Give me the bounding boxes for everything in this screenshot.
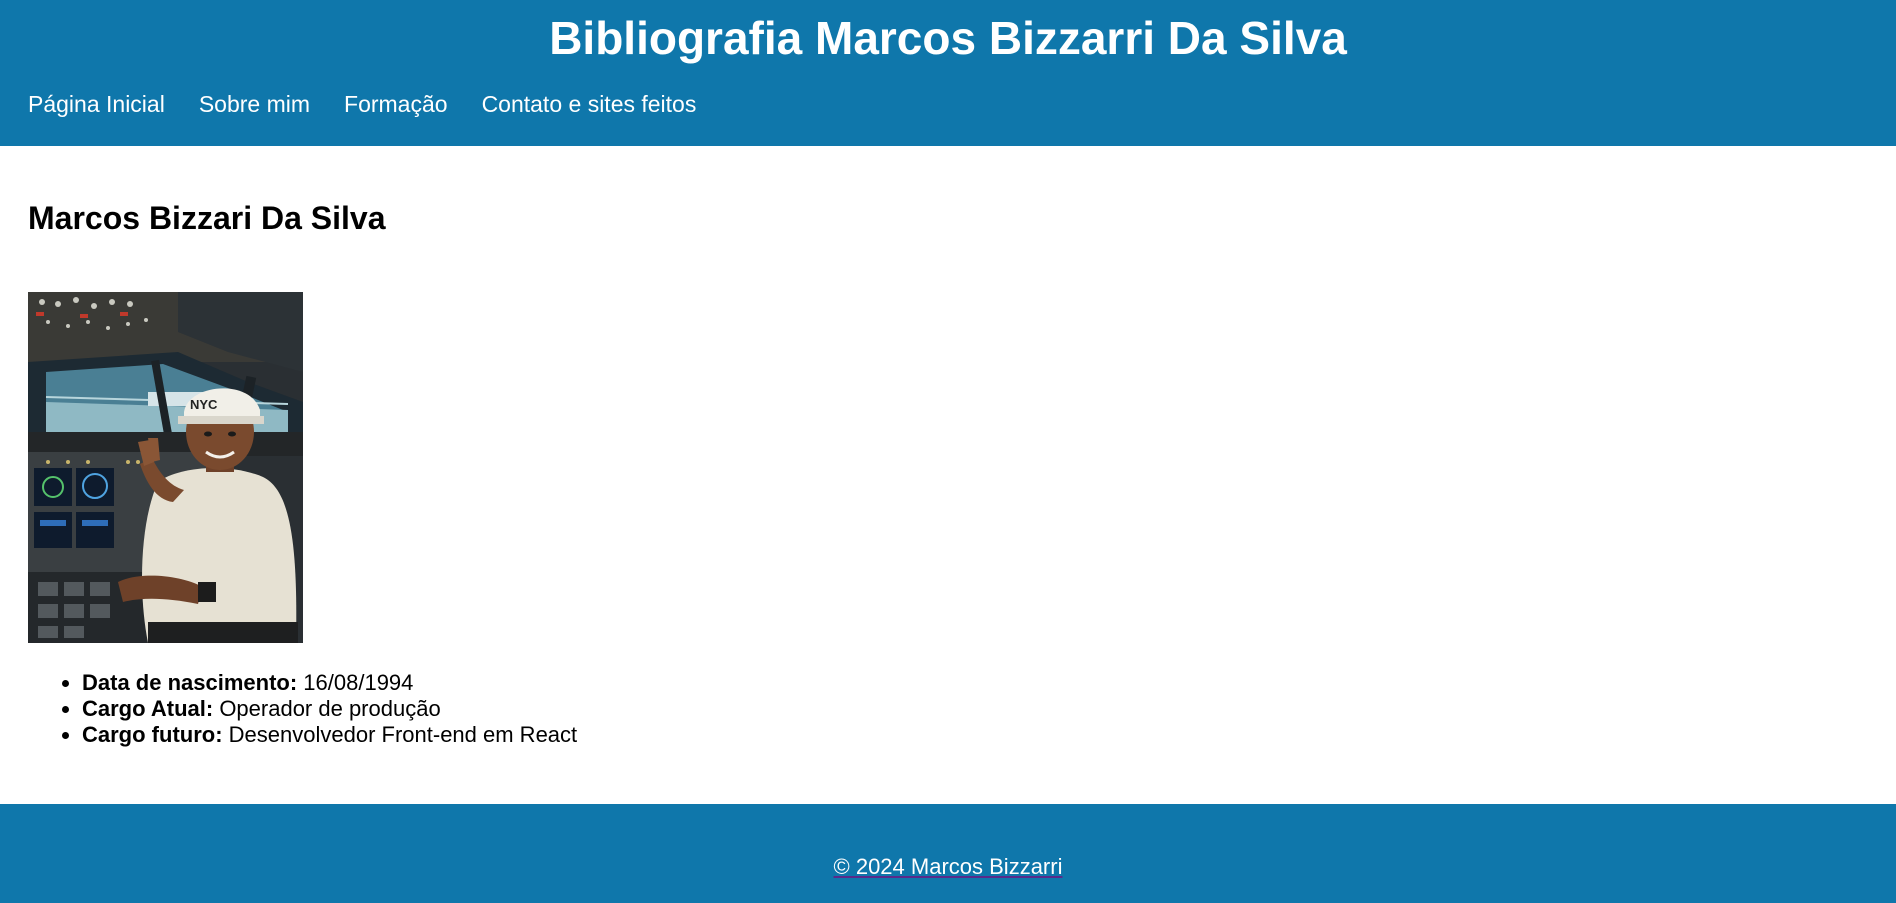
info-label: Data de nascimento: <box>82 670 298 695</box>
nav-link-contact[interactable]: Contato e sites feitos <box>482 90 697 118</box>
info-value: Desenvolvedor Front-end em React <box>228 722 578 747</box>
page-heading: Marcos Bizzari Da Silva <box>28 200 386 236</box>
cap-logo-text: NYC <box>190 397 218 412</box>
info-label: Cargo Atual: <box>82 696 214 721</box>
site-header: Bibliografia Marcos Bizzarri Da Silva Pá… <box>0 0 1896 146</box>
site-footer: © 2024 Marcos Bizzarri <box>0 804 1896 903</box>
list-item: Data de nascimento: 16/08/1994 <box>82 670 577 696</box>
info-label: Cargo futuro: <box>82 722 223 747</box>
profile-info-list: Data de nascimento: 16/08/1994 Cargo Atu… <box>28 670 577 748</box>
main-nav: Página Inicial Sobre mim Formação Contat… <box>28 90 696 118</box>
list-item: Cargo futuro: Desenvolvedor Front-end em… <box>82 722 577 748</box>
nav-link-education[interactable]: Formação <box>344 90 448 118</box>
nav-link-about[interactable]: Sobre mim <box>199 90 310 118</box>
info-value: Operador de produção <box>219 696 441 721</box>
list-item: Cargo Atual: Operador de produção <box>82 696 577 722</box>
site-title: Bibliografia Marcos Bizzarri Da Silva <box>549 12 1347 64</box>
nav-link-home[interactable]: Página Inicial <box>28 90 165 118</box>
main-content: Marcos Bizzari Da Silva NYC • Data de na… <box>0 146 1896 804</box>
info-value: 16/08/1994 <box>303 670 414 695</box>
footer-copyright-link[interactable]: © 2024 Marcos Bizzarri <box>834 854 1063 880</box>
profile-photo: NYC <box>28 292 303 643</box>
